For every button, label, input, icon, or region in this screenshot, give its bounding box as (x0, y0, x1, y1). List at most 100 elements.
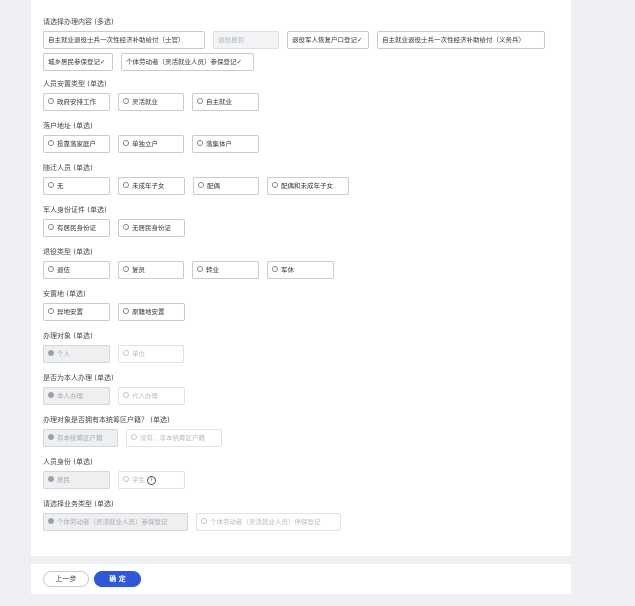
radio-option: 个体劳动者（灵活就业人员）参保登记 (43, 513, 188, 531)
radio-option: 代人办理 (118, 387, 185, 405)
radio-option[interactable]: 复员 (118, 261, 184, 279)
radio-circle-icon (201, 518, 207, 524)
check-icon: ✓ (100, 58, 106, 66)
option-group: 个人 单位 (43, 345, 563, 367)
checkbox-option[interactable]: 退役军人恢复户口登记✓ (287, 31, 369, 49)
radio-circle-icon (48, 518, 54, 524)
section-title: 请选择办理内容 (多选) (43, 18, 114, 26)
radio-option[interactable]: 自主就业 (192, 93, 259, 111)
checkbox-option[interactable]: 城乡居民参保登记✓ (43, 53, 113, 71)
radio-circle-icon (197, 140, 203, 146)
radio-option[interactable]: 无 (43, 177, 110, 195)
radio-circle-icon (48, 476, 54, 482)
section-title: 随迁人员 (单选) (43, 164, 93, 172)
radio-circle-icon (272, 266, 278, 272)
radio-option: 个人 (43, 345, 110, 363)
option-group: 自主就业退役士兵一次性经济补助给付（士官） 退役报到 退役军人恢复户口登记✓ 自主就业… (43, 31, 563, 75)
option-label: 有居民身份证 (57, 224, 96, 232)
radio-option: 单位 (118, 345, 184, 363)
option-label: 转业 (206, 266, 219, 274)
option-group: 有本统筹区户籍 没有、非本统筹区户籍 (43, 429, 563, 451)
option-label: 自主就业退役士兵一次性经济补助给付（义务兵） (382, 36, 525, 44)
radio-circle-icon (198, 182, 204, 188)
radio-circle-icon (272, 182, 278, 188)
option-label: 城乡居民参保登记 (48, 58, 100, 66)
radio-option[interactable]: 原籍地安置 (118, 303, 185, 321)
radio-option[interactable]: 异地安置 (43, 303, 110, 321)
radio-option[interactable]: 投靠落家庭户 (43, 135, 110, 153)
section-title: 安置地 (单选) (43, 290, 86, 298)
option-label: 退伍 (57, 266, 70, 274)
radio-circle-icon (48, 182, 54, 188)
radio-circle-icon (48, 224, 54, 230)
checkbox-option[interactable]: 自主就业退役士兵一次性经济补助给付（士官） (43, 31, 205, 49)
section-title: 人员安置类型 (单选) (43, 80, 107, 88)
confirm-button[interactable]: 确 定 (94, 571, 141, 587)
section-title: 办理对象是否拥有本统筹区户籍？ (单选) (43, 416, 170, 424)
radio-circle-icon (48, 140, 54, 146)
radio-circle-icon (123, 350, 129, 356)
checkbox-option[interactable]: 个体劳动者（灵活就业人员）参保登记✓ (121, 53, 254, 71)
radio-option[interactable]: 配偶和未成年子女 (267, 177, 349, 195)
radio-option[interactable]: 有居民身份证 (43, 219, 110, 237)
option-group: 退伍 复员 转业 军休 (43, 261, 563, 283)
radio-circle-icon (48, 392, 54, 398)
radio-option[interactable]: 灵活就业 (118, 93, 184, 111)
radio-option[interactable]: 未成年子女 (118, 177, 185, 195)
option-label: 无 (57, 182, 64, 190)
form-section: 随迁人员 (单选) 无 未成年子女 配偶 配偶和未成年子女 (43, 163, 563, 199)
radio-circle-icon (123, 224, 129, 230)
radio-circle-icon (48, 266, 54, 272)
option-group: 居民 学生 i (43, 471, 563, 493)
option-label: 本人办理 (57, 392, 83, 400)
radio-circle-icon (123, 308, 129, 314)
option-label: 未成年子女 (132, 182, 165, 190)
section-title: 军人身份证件 (单选) (43, 206, 107, 214)
option-label: 落集体户 (206, 140, 232, 148)
radio-option[interactable]: 无居民身份证 (118, 219, 185, 237)
form-sections: 请选择办理内容 (多选) 自主就业退役士兵一次性经济补助给付（士官） 退役报到 退役军… (43, 17, 563, 541)
radio-option[interactable]: 单独立户 (118, 135, 184, 153)
form-section: 落户地址 (单选) 投靠落家庭户 单独立户 落集体户 (43, 121, 563, 157)
section-title: 落户地址 (单选) (43, 122, 93, 130)
radio-option[interactable]: 军休 (267, 261, 334, 279)
previous-step-button[interactable]: 上一步 (43, 571, 89, 587)
section-title: 是否为本人办理 (单选) (43, 374, 114, 382)
radio-option[interactable]: 配偶 (193, 177, 259, 195)
form-section: 军人身份证件 (单选) 有居民身份证 无居民身份证 (43, 205, 563, 241)
option-group: 个体劳动者（灵活就业人员）参保登记 个体劳动者（灵活就业人员）停保登记 (43, 513, 563, 535)
option-label: 政府安排工作 (57, 98, 96, 106)
option-label: 灵活就业 (132, 98, 158, 106)
radio-option: 有本统筹区户籍 (43, 429, 118, 447)
radio-option: 本人办理 (43, 387, 110, 405)
info-icon[interactable]: i (147, 475, 156, 485)
radio-circle-icon (131, 434, 137, 440)
option-label: 有本统筹区户籍 (57, 434, 103, 442)
form-section: 请选择业务类型 (单选) 个体劳动者（灵活就业人员）参保登记 个体劳动者（灵活就业人… (43, 499, 563, 535)
radio-option: 个体劳动者（灵活就业人员）停保登记 (196, 513, 341, 531)
radio-option[interactable]: 政府安排工作 (43, 93, 110, 111)
radio-circle-icon (123, 182, 129, 188)
option-label: 复员 (132, 266, 145, 274)
radio-option: 居民 (43, 471, 110, 489)
radio-option[interactable]: 退伍 (43, 261, 110, 279)
option-label: 退役军人恢复户口登记 (292, 36, 357, 44)
option-label: 原籍地安置 (132, 308, 165, 316)
option-label: 个体劳动者（灵活就业人员）参保登记 (57, 518, 168, 526)
radio-option[interactable]: 落集体户 (192, 135, 259, 153)
option-label: 个体劳动者（灵活就业人员）参保登记 (126, 58, 237, 66)
option-label: 异地安置 (57, 308, 83, 316)
radio-circle-icon (197, 266, 203, 272)
radio-option[interactable]: 转业 (192, 261, 259, 279)
section-title: 退役类型 (单选) (43, 248, 93, 256)
form-section: 办理对象是否拥有本统筹区户籍？ (单选) 有本统筹区户籍 没有、非本统筹区户籍 (43, 415, 563, 451)
form-section: 请选择办理内容 (多选) 自主就业退役士兵一次性经济补助给付（士官） 退役报到 退役军… (43, 17, 563, 75)
checkbox-option: 退役报到 (213, 31, 279, 49)
option-label: 居民 (57, 476, 70, 484)
option-label: 代人办理 (132, 392, 158, 400)
radio-circle-icon (123, 140, 129, 146)
option-group: 投靠落家庭户 单独立户 落集体户 (43, 135, 563, 157)
checkbox-option[interactable]: 自主就业退役士兵一次性经济补助给付（义务兵） (377, 31, 545, 49)
option-label: 投靠落家庭户 (57, 140, 96, 148)
radio-option: 没有、非本统筹区户籍 (126, 429, 222, 447)
